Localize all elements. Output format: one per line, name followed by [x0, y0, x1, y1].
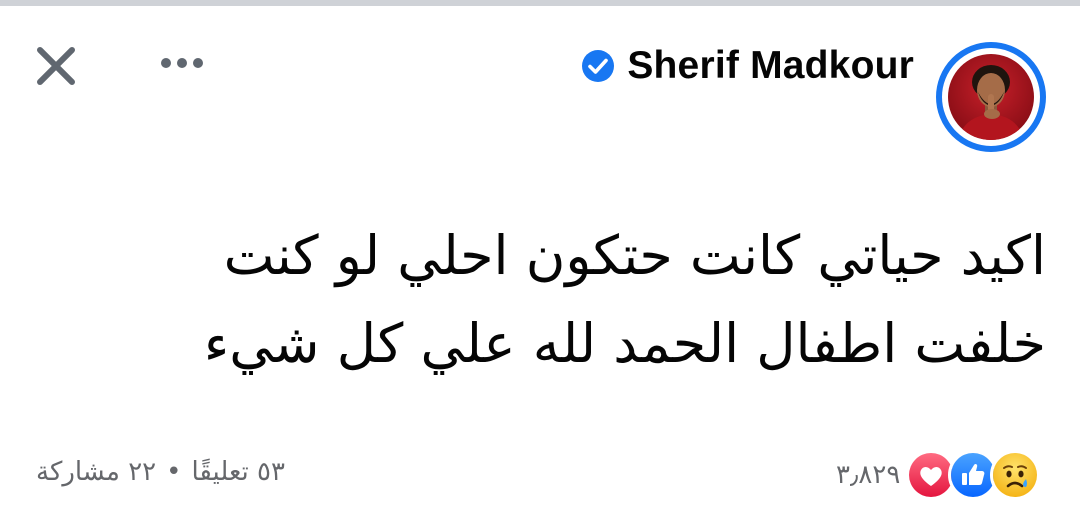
reaction-count: ٣٫٨٢٩ — [836, 460, 901, 490]
author-header[interactable]: Sherif Madkour — [581, 36, 914, 96]
sad-reaction-icon — [990, 450, 1041, 500]
top-divider — [0, 0, 1080, 6]
reactions-summary[interactable]: ٣٫٨٢٩ — [836, 450, 1041, 500]
engagement-stats: ٥٣ تعليقًا • ٢٢ مشاركة — [36, 452, 285, 492]
comments-link[interactable]: ٥٣ تعليقًا — [191, 457, 285, 487]
verified-check-icon — [581, 49, 615, 83]
post-viewer: Sherif Madkour اكيد حياتي كانت حتكون احل… — [0, 0, 1080, 526]
avatar[interactable] — [936, 42, 1046, 152]
close-button[interactable] — [28, 38, 84, 94]
more-options-icon — [161, 58, 203, 68]
post-text: اكيد حياتي كانت حتكون احلي لو كنت خلفت ا… — [146, 212, 1046, 388]
stats-separator: • — [166, 457, 182, 487]
author-name[interactable]: Sherif Madkour — [627, 44, 914, 88]
shares-link[interactable]: ٢٢ مشاركة — [36, 457, 156, 487]
profile-photo — [948, 54, 1034, 140]
post-text-line-2: خلفت اطفال الحمد لله علي كل شيء — [203, 312, 1046, 375]
close-icon — [37, 47, 75, 85]
more-options-button[interactable] — [154, 40, 210, 86]
post-text-line-1: اكيد حياتي كانت حتكون احلي لو كنت — [223, 224, 1046, 287]
reaction-icons — [906, 450, 1041, 500]
